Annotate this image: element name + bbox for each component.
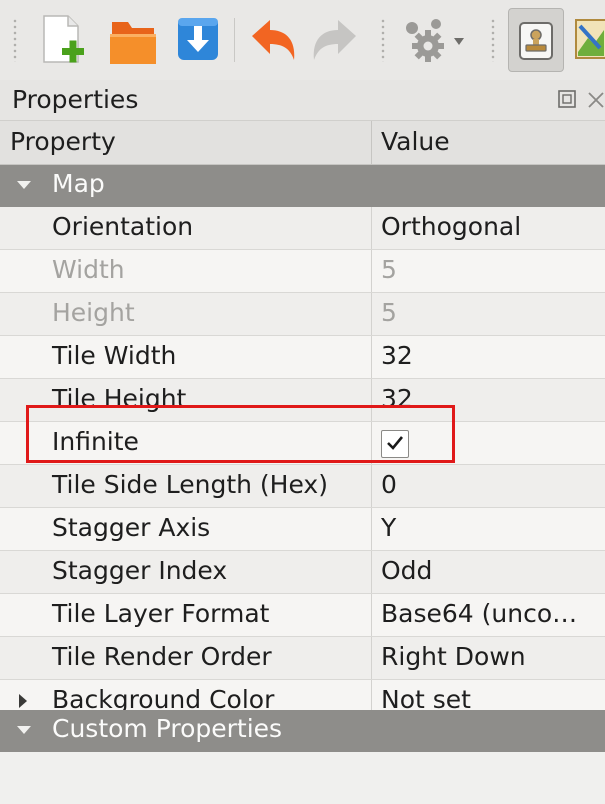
cell-divider [371,465,372,507]
property-column-header[interactable]: Property [10,127,116,156]
infinite-checkbox[interactable] [381,430,409,458]
toolbar-separator [234,18,235,62]
property-name: Tile Height [52,384,187,413]
property-value[interactable]: Right Down [381,642,526,671]
cell-divider [371,207,372,249]
group-custom-properties[interactable]: Custom Properties [0,710,605,752]
expand-arrow-icon[interactable] [16,693,30,709]
float-window-icon [558,90,576,108]
cell-divider [371,293,372,335]
redo-icon [313,20,356,60]
property-row-width: Width 5 [0,250,605,293]
property-value[interactable]: Orthogonal [381,212,521,241]
toolbar-grip[interactable] [490,18,496,62]
property-row-stagger-index[interactable]: Stagger Index Odd [0,551,605,594]
property-value: 5 [381,298,397,327]
property-row-height: Height 5 [0,293,605,336]
terrain-tool-button[interactable] [570,8,605,72]
property-name: Height [52,298,135,327]
folder-icon [110,22,156,64]
undo-icon [252,20,295,60]
property-value[interactable]: Base64 (unco… [381,599,577,628]
dock-title-label: Properties [12,85,139,114]
cell-divider [371,336,372,378]
stamp-tool-button[interactable] [508,8,564,72]
property-row-tile-width[interactable]: Tile Width 32 [0,336,605,379]
cell-divider [371,508,372,550]
property-row-tile-side-length[interactable]: Tile Side Length (Hex) 0 [0,465,605,508]
property-name: Stagger Axis [52,513,211,542]
empty-table-area [0,752,605,804]
property-name: Stagger Index [52,556,228,585]
property-name: Tile Layer Format [52,599,270,628]
save-download-icon [178,18,218,60]
main-toolbar [0,0,605,81]
cell-divider [371,422,372,464]
cell-divider [371,250,372,292]
property-row-tile-render-order[interactable]: Tile Render Order Right Down [0,637,605,680]
property-name: Tile Render Order [52,642,272,671]
property-row-orientation[interactable]: Orientation Orthogonal [0,207,605,250]
gears-icon [406,19,464,62]
new-map-button[interactable] [38,8,90,72]
property-value[interactable]: 32 [381,341,413,370]
toolbar-grip[interactable] [12,18,18,62]
properties-dock-title: Properties [0,80,605,121]
property-row-stagger-axis[interactable]: Stagger Axis Y [0,508,605,551]
group-map[interactable]: Map [0,165,605,207]
commands-button[interactable] [398,8,470,72]
open-button[interactable] [104,8,160,72]
cell-divider [371,594,372,636]
property-row-tile-height[interactable]: Tile Height 32 [0,379,605,422]
property-row-infinite[interactable]: Infinite [0,422,605,465]
property-name: Tile Side Length (Hex) [52,470,328,499]
undo-button[interactable] [244,8,302,72]
redo-button[interactable] [306,8,364,72]
close-icon [588,92,604,108]
collapse-arrow-icon [17,726,31,734]
property-name: Width [52,255,125,284]
cell-divider [371,379,372,421]
toolbar-grip[interactable] [380,18,386,62]
property-name: Infinite [52,427,139,456]
stamp-icon [519,22,553,60]
property-name: Orientation [52,212,194,241]
save-button[interactable] [172,8,224,72]
checkmark-icon [387,436,404,450]
group-label: Map [52,169,105,198]
new-file-icon [43,15,84,63]
group-label: Custom Properties [52,714,283,743]
property-value[interactable]: Y [381,513,396,542]
terrain-brush-icon [575,19,605,59]
cell-divider [371,551,372,593]
column-divider [371,121,372,164]
dock-float-button[interactable] [556,88,578,114]
value-column-header[interactable]: Value [381,127,450,156]
property-value[interactable]: 32 [381,384,413,413]
property-name: Tile Width [52,341,177,370]
collapse-arrow-icon [17,181,31,189]
property-value[interactable]: Odd [381,556,432,585]
property-row-tile-layer-format[interactable]: Tile Layer Format Base64 (unco… [0,594,605,637]
property-value: 5 [381,255,397,284]
property-value[interactable]: 0 [381,470,397,499]
dock-close-button[interactable] [585,88,605,114]
cell-divider [371,637,372,679]
property-table-header: Property Value [0,121,605,165]
